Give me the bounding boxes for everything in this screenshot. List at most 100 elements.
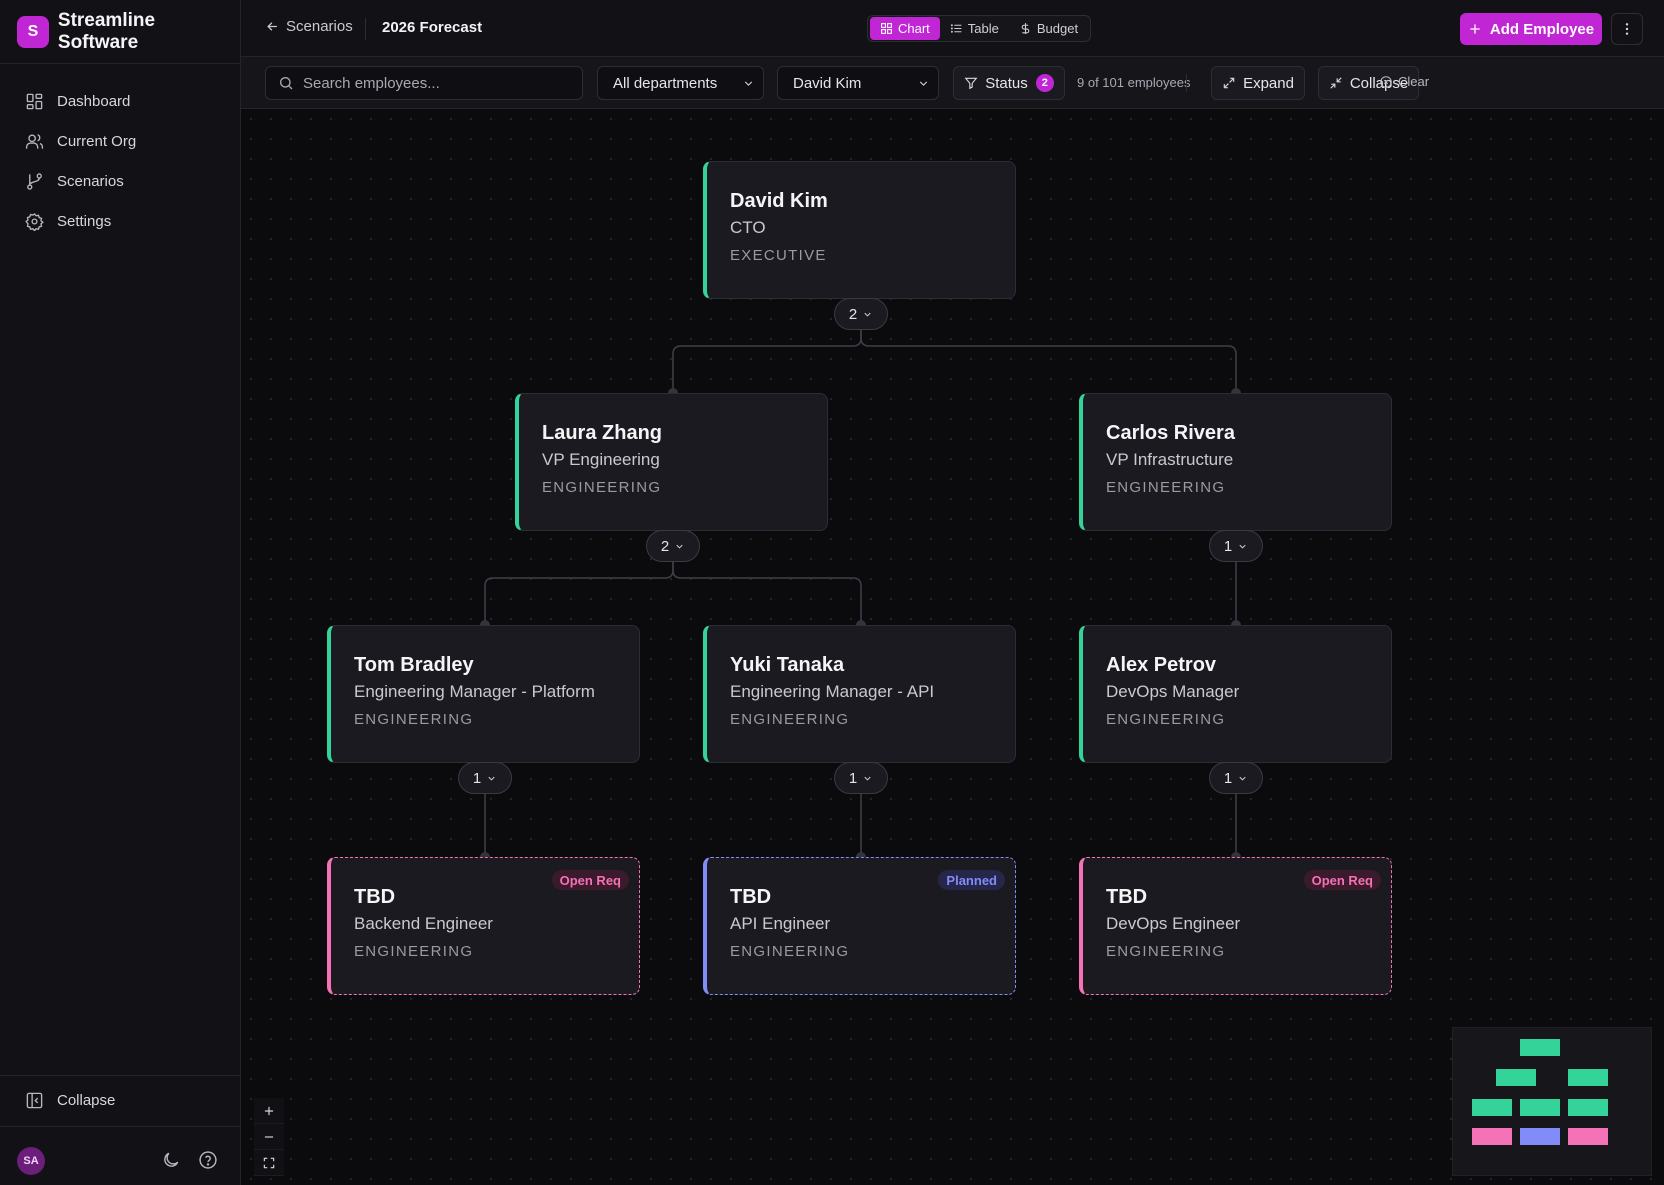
add-employee-button[interactable]: Add Employee <box>1460 13 1602 45</box>
chevron-down-icon <box>676 544 683 549</box>
dollar-icon <box>1021 23 1030 34</box>
expand-reports-button[interactable]: 2 <box>834 298 888 330</box>
sidebar-item-dashboard[interactable]: Dashboard <box>0 81 240 121</box>
sidebar-nav: Dashboard Current Org Scenarios Settings <box>0 64 240 241</box>
employee-title: VP Engineering <box>542 450 660 469</box>
expand-all-button[interactable]: Expand <box>1211 66 1305 100</box>
brand[interactable]: S Streamline Software <box>0 0 240 64</box>
status-badge: Open Req <box>1303 870 1381 890</box>
employee-name: Laura Zhang <box>542 422 663 444</box>
collapse-icon <box>1330 77 1342 89</box>
x-circle-icon <box>1380 75 1392 88</box>
sidebar-item-scenarios[interactable]: Scenarios <box>0 161 240 201</box>
gear-icon <box>25 212 44 231</box>
employee-name: Carlos Rivera <box>1106 422 1235 444</box>
theme-toggle-button[interactable] <box>161 1150 181 1170</box>
zoom-out-button[interactable] <box>254 1124 284 1150</box>
org-card-cto[interactable]: David Kim CTO EXECUTIVE <box>703 161 1016 299</box>
dashboard-icon <box>26 93 43 109</box>
employee-title: CTO <box>730 218 766 237</box>
sidebar-collapse-button[interactable]: Collapse <box>0 1075 240 1125</box>
employee-department: EXECUTIVE <box>730 247 827 264</box>
employee-count: 9 of 101 employees <box>1077 75 1191 90</box>
search-input[interactable] <box>303 74 573 92</box>
reports-count: 1 <box>472 769 482 787</box>
arrow-left-icon <box>267 22 277 31</box>
org-card-planned-api[interactable]: Planned TBD API Engineer ENGINEERING <box>703 857 1016 995</box>
expand-label: Expand <box>1243 74 1294 92</box>
sidebar-item-label: Scenarios <box>57 172 124 190</box>
org-card-open-req-backend[interactable]: Open Req TBD Backend Engineer ENGINEERIN… <box>327 857 640 995</box>
sidebar-item-label: Dashboard <box>57 92 131 110</box>
fit-view-button[interactable] <box>254 1150 284 1176</box>
reports-count: 1 <box>1223 769 1233 787</box>
search-icon <box>280 77 293 90</box>
department-select[interactable]: All departments <box>597 66 764 100</box>
reports-count: 1 <box>848 769 858 787</box>
expand-reports-button[interactable]: 2 <box>646 530 700 562</box>
org-card-vp-infrastructure[interactable]: Carlos Rivera VP Infrastructure ENGINEER… <box>1079 393 1392 531</box>
minimap-node <box>1568 1099 1608 1116</box>
expand-reports-button[interactable]: 1 <box>1209 762 1263 794</box>
more-options-button[interactable] <box>1611 13 1643 45</box>
chevron-down-icon <box>744 81 753 86</box>
employee-title: Backend Engineer <box>354 914 493 933</box>
minimap-node <box>1472 1128 1512 1145</box>
avatar[interactable]: SA <box>17 1147 45 1175</box>
expand-reports-button[interactable]: 1 <box>1209 530 1263 562</box>
expand-reports-button[interactable]: 1 <box>834 762 888 794</box>
reports-count: 2 <box>848 305 858 323</box>
reports-count: 2 <box>660 537 670 555</box>
employee-name: Alex Petrov <box>1106 654 1217 676</box>
status-filter-button[interactable]: Status 2 <box>953 66 1065 100</box>
git-branch-icon <box>27 172 42 190</box>
list-icon <box>950 24 962 33</box>
back-to-scenarios-link[interactable]: Scenarios <box>265 18 353 35</box>
employee-title: DevOps Engineer <box>1106 914 1241 933</box>
employee-name: Tom Bradley <box>354 654 474 676</box>
clear-filters-button[interactable]: Clear <box>1379 74 1429 89</box>
grid-icon <box>881 23 892 34</box>
users-icon <box>25 133 44 149</box>
view-budget-button[interactable]: Budget <box>1009 17 1088 40</box>
sidebar-item-label: Settings <box>57 212 112 230</box>
sidebar-collapse-label: Collapse <box>57 1092 116 1109</box>
view-table-button[interactable]: Table <box>940 17 1009 40</box>
back-link-label: Scenarios <box>286 18 353 35</box>
header-divider <box>365 18 366 40</box>
employee-title: Engineering Manager - Platform <box>354 682 595 701</box>
org-card-vp-engineering[interactable]: Laura Zhang VP Engineering ENGINEERING <box>515 393 828 531</box>
minimap[interactable] <box>1452 1027 1652 1176</box>
org-card-manager-platform[interactable]: Tom Bradley Engineering Manager - Platfo… <box>327 625 640 763</box>
brand-logo: S <box>17 15 49 48</box>
status-filter-label: Status <box>985 74 1028 92</box>
zoom-controls <box>254 1098 284 1176</box>
view-chart-button[interactable]: Chart <box>870 17 940 40</box>
search-field[interactable] <box>265 66 583 100</box>
filter-icon <box>964 77 978 90</box>
brand-name: Streamline Software <box>57 9 156 53</box>
status-badge: Planned <box>938 870 1005 890</box>
org-card-manager-api[interactable]: Yuki Tanaka Engineering Manager - API EN… <box>703 625 1016 763</box>
status-filter-count-badge: 2 <box>1035 74 1054 92</box>
employee-department: ENGINEERING <box>730 943 850 960</box>
org-card-open-req-devops[interactable]: Open Req TBD DevOps Engineer ENGINEERING <box>1079 857 1392 995</box>
expand-reports-button[interactable]: 1 <box>458 762 512 794</box>
manager-select[interactable]: David Kim <box>777 66 939 100</box>
sidebar-item-settings[interactable]: Settings <box>0 201 240 241</box>
zoom-in-button[interactable] <box>254 1098 284 1124</box>
org-card-devops-manager[interactable]: Alex Petrov DevOps Manager ENGINEERING <box>1079 625 1392 763</box>
plus-icon <box>1470 24 1480 34</box>
manager-select-value: David Kim <box>793 74 862 92</box>
employee-department: ENGINEERING <box>1106 479 1226 496</box>
minimap-node <box>1520 1099 1560 1116</box>
employee-title: DevOps Manager <box>1106 682 1240 701</box>
minimap-node <box>1568 1128 1608 1145</box>
help-button[interactable] <box>198 1150 218 1170</box>
sidebar-item-current-org[interactable]: Current Org <box>0 121 240 161</box>
sidebar-item-label: Current Org <box>57 132 137 150</box>
view-label: Chart <box>898 21 930 36</box>
view-label: Table <box>967 21 999 36</box>
minimap-node <box>1520 1039 1560 1056</box>
employee-department: ENGINEERING <box>730 711 850 728</box>
